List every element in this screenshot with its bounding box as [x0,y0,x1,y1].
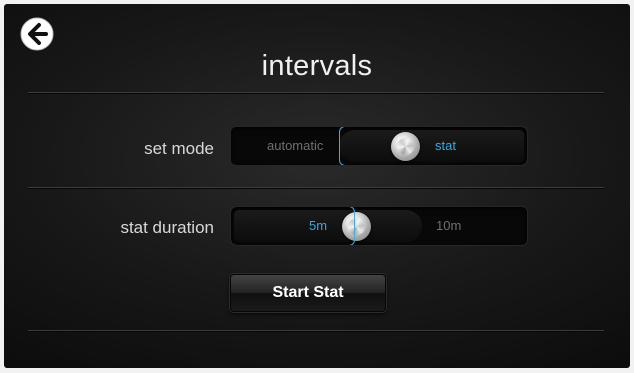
start-stat-button[interactable]: Start Stat [230,274,386,312]
set-mode-toggle-knob[interactable] [391,132,420,161]
stat-duration-option-10m[interactable]: 10m [436,218,461,233]
set-mode-option-stat[interactable]: stat [435,138,456,153]
divider [28,330,604,331]
stat-duration-label: stat duration [120,218,214,237]
set-mode-toggle[interactable]: automatic stat [230,126,528,166]
back-button[interactable] [19,16,55,52]
set-mode-label: set mode [144,139,214,158]
toggle-track-highlight [234,210,422,242]
set-mode-option-automatic[interactable]: automatic [267,138,323,153]
divider [28,187,604,188]
page-title: intervals [261,50,373,82]
stat-duration-option-5m[interactable]: 5m [309,218,327,233]
intervals-screen: intervals set mode automatic stat stat d… [4,4,630,368]
stat-duration-toggle[interactable]: 5m 10m [230,206,528,246]
divider [28,92,604,93]
toggle-track-highlight [339,130,524,162]
stat-duration-toggle-knob[interactable] [342,212,371,241]
arrow-left-circle-icon [20,17,54,51]
